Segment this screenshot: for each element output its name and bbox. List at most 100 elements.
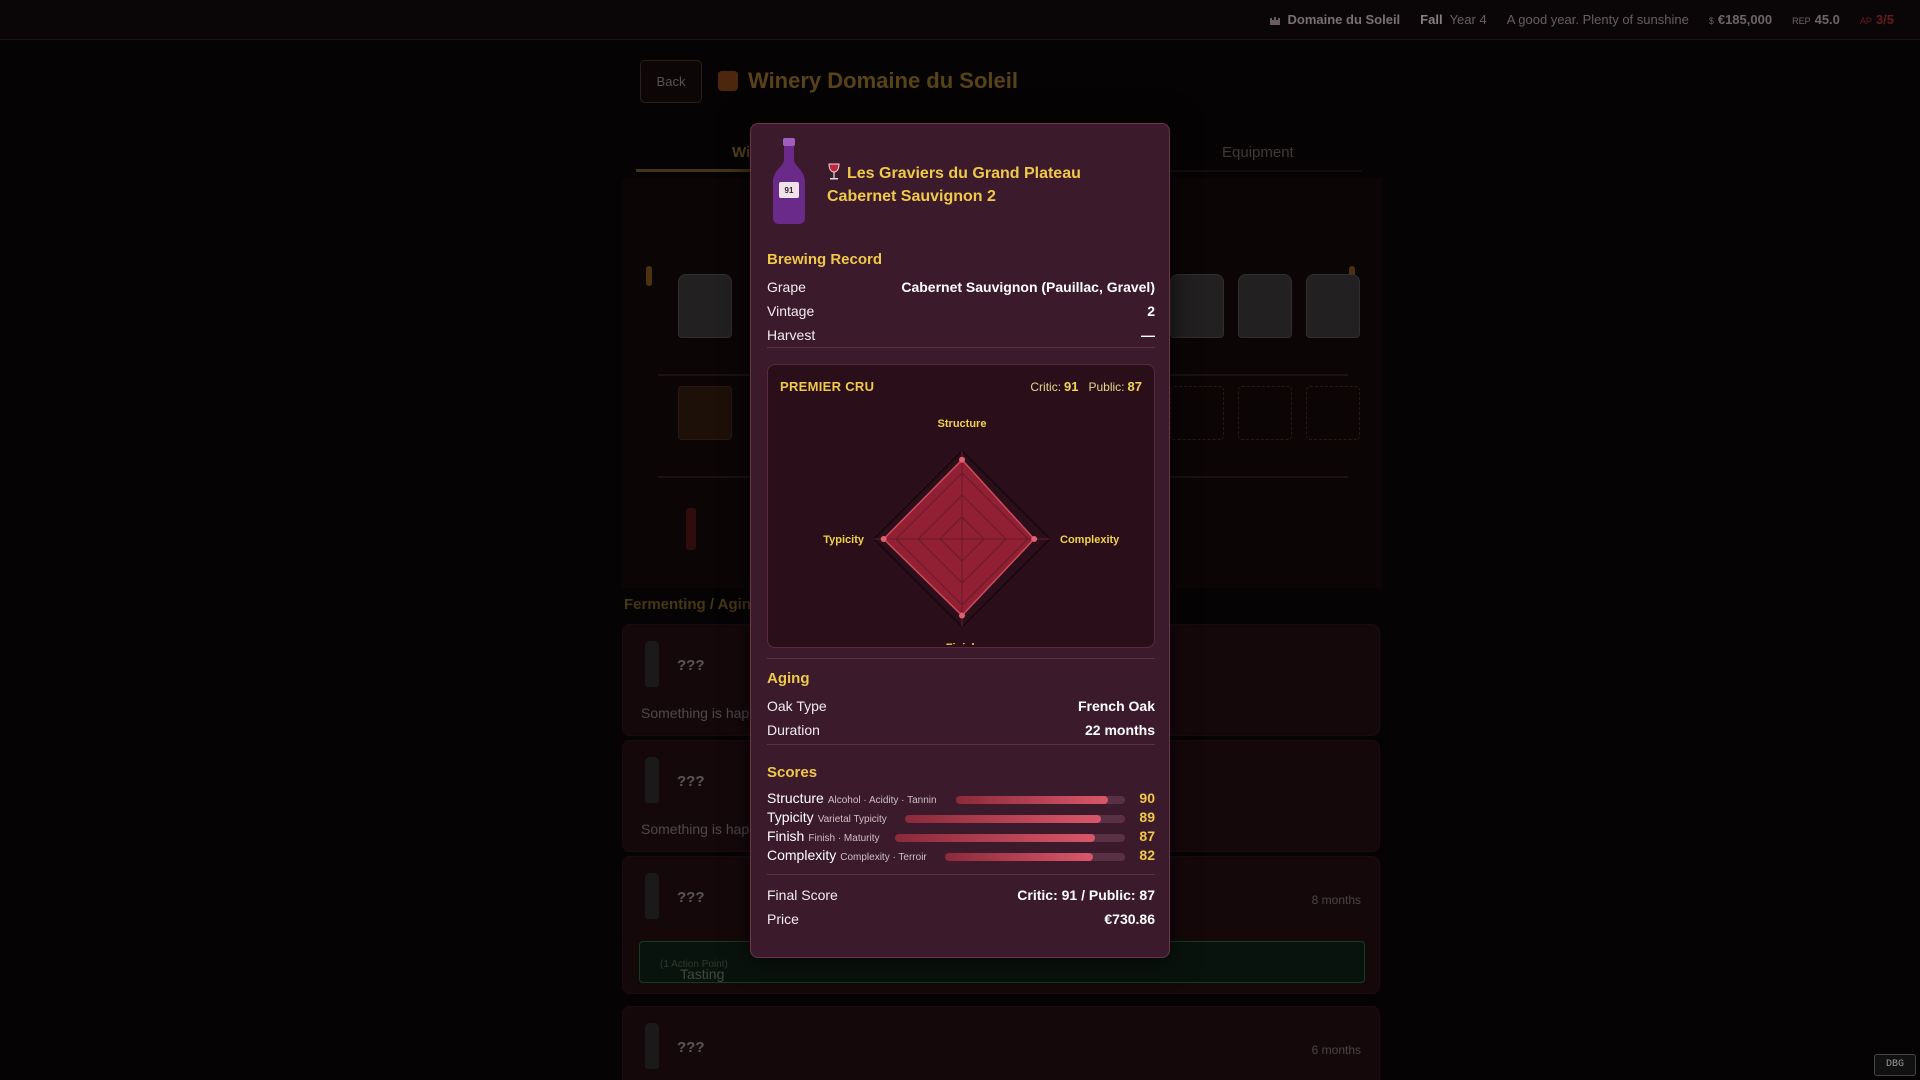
radar-axis-label: Finish	[946, 642, 979, 645]
tasting-label: Tasting	[680, 966, 725, 982]
active-tab-underline	[636, 169, 762, 172]
score-subtitle: Complexity · Terroir	[840, 852, 927, 863]
ap-label: AP	[1859, 16, 1872, 26]
score-row: Structure Alcohol · Acidity · Tannin 90	[767, 790, 1155, 809]
row-value: —	[1141, 327, 1155, 343]
wine-status: Something is hap	[641, 705, 750, 721]
score-bar-fill	[956, 796, 1109, 804]
page-title: Winery Domaine du Soleil	[718, 68, 1018, 94]
row-value: Cabernet Sauvignon (Pauillac, Gravel)	[901, 279, 1155, 295]
empty-cask-slot[interactable]	[1238, 386, 1292, 440]
page-title-text: Winery Domaine du Soleil	[748, 68, 1018, 93]
row-value: French Oak	[1077, 698, 1155, 714]
score-bar-track	[895, 834, 1125, 842]
fermentation-tank[interactable]	[1306, 274, 1360, 338]
price-row: Price €730.86	[767, 911, 1155, 933]
radar-axis-label: Structure	[938, 418, 987, 430]
season-name: Fall	[1420, 12, 1443, 27]
oak-type-row: Oak Type French Oak	[767, 698, 1155, 720]
score-name: Typicity Varietal Typicity	[767, 809, 887, 825]
harvest-row: Harvest —	[767, 327, 1155, 349]
action-points-indicator: AP 3/5	[1860, 12, 1894, 27]
critic-label: Critic:	[1030, 380, 1062, 394]
duration-row: Duration 22 months	[767, 722, 1155, 744]
score-label: Finish	[767, 828, 805, 844]
score-label: Typicity	[767, 809, 814, 825]
score-value: 89	[1139, 809, 1155, 825]
public-label: Public:	[1088, 380, 1125, 394]
wine-glass-icon	[828, 163, 840, 180]
score-value: 82	[1139, 847, 1155, 863]
wine-name: ???	[677, 773, 705, 790]
row-label: Oak Type	[767, 698, 827, 714]
bottle-icon	[686, 508, 696, 550]
score-subtitle: Alcohol · Acidity · Tannin	[827, 795, 937, 806]
divider	[767, 347, 1155, 348]
tab-wines[interactable]: Wi	[732, 144, 750, 161]
fermentation-tank[interactable]	[678, 274, 732, 338]
wine-title-line1: Les Graviers du Grand Plateau	[847, 165, 1081, 182]
row-value: Critic: 91 / Public: 87	[1017, 887, 1155, 903]
bottle-icon	[645, 873, 659, 919]
wine-title: Les Graviers du Grand Plateau Cabernet S…	[827, 162, 1147, 208]
radar-axis-label: Typicity	[823, 534, 865, 546]
radar-point	[880, 536, 887, 542]
score-subtitle: Varietal Typicity	[817, 814, 887, 825]
empty-cask-slot[interactable]	[1306, 386, 1360, 440]
vintage-row: Vintage 2	[767, 303, 1155, 325]
radar-point	[1031, 536, 1038, 542]
aging-cask[interactable]	[678, 386, 732, 440]
money-indicator: $ €185,000	[1709, 12, 1772, 27]
score-row: Finish Finish · Maturity 87	[767, 828, 1155, 847]
reputation-indicator: REP 45.0	[1792, 12, 1840, 27]
row-label: Vintage	[767, 303, 815, 319]
wine-bottle-icon: 91	[773, 138, 805, 224]
grape-row: Grape Cabernet Sauvignon (Pauillac, Grave…	[767, 279, 1155, 301]
back-button[interactable]: Back	[640, 60, 702, 103]
aging-heading: Aging	[767, 670, 810, 687]
wine-title-line2: Cabernet Sauvignon 2	[827, 188, 996, 205]
score-bar-track	[956, 796, 1125, 804]
tab-equipment[interactable]: Equipment	[1222, 144, 1294, 161]
weather-text: A good year. Plenty of sunshine	[1506, 12, 1689, 27]
row-label: Grape	[767, 279, 806, 295]
bottle-icon	[645, 1023, 659, 1069]
radar-axis-label: Complexity	[1060, 534, 1120, 546]
fermenting-section-label: Fermenting / Agin	[624, 596, 751, 613]
radar-chart: Structure Complexity Finish Typicity	[823, 418, 1120, 645]
radar-panel: PREMIER CRU Critic: 91 Public: 87 Structure…	[767, 364, 1155, 648]
fermentation-tank[interactable]	[1238, 274, 1292, 338]
score-row: Complexity Complexity · Terroir 82	[767, 847, 1155, 866]
brewing-record-heading: Brewing Record	[767, 251, 883, 268]
score-bar-track	[905, 815, 1125, 823]
final-score-row: Final Score Critic: 91 / Public: 87	[767, 887, 1155, 909]
divider	[767, 658, 1155, 659]
ap-value: 3/5	[1875, 12, 1894, 27]
row-label: Duration	[767, 722, 820, 738]
money-icon: $	[1708, 16, 1714, 26]
barrel-icon	[718, 71, 738, 91]
wine-name: ???	[677, 1039, 705, 1056]
score-bar-fill	[895, 834, 1096, 842]
score-bar-track	[945, 853, 1125, 861]
rep-label: REP	[1792, 16, 1811, 26]
castle-icon	[1270, 16, 1281, 25]
aging-months: 6 months	[1311, 1043, 1361, 1057]
wine-card[interactable]: ??? 6 months	[622, 1006, 1380, 1080]
row-value: €730.86	[1104, 911, 1155, 927]
bottle-icon	[645, 757, 659, 803]
empty-cask-slot[interactable]	[1170, 386, 1224, 440]
year-label: Year 4	[1449, 12, 1487, 27]
bottle-label: 91	[785, 186, 794, 195]
rep-value: 45.0	[1814, 12, 1840, 27]
debug-button[interactable]: DBG	[1874, 1054, 1916, 1076]
score-bar-fill	[905, 815, 1101, 823]
score-row: Typicity Varietal Typicity 89	[767, 809, 1155, 828]
money-value: €185,000	[1717, 12, 1773, 27]
bottle-icon	[645, 641, 659, 687]
critic-score: 91	[1064, 379, 1079, 394]
season-indicator: Fall Year 4	[1420, 12, 1487, 27]
estate-indicator: Domaine du Soleil	[1269, 12, 1400, 27]
score-name: Finish Finish · Maturity	[767, 828, 879, 844]
fermentation-tank[interactable]	[1170, 274, 1224, 338]
